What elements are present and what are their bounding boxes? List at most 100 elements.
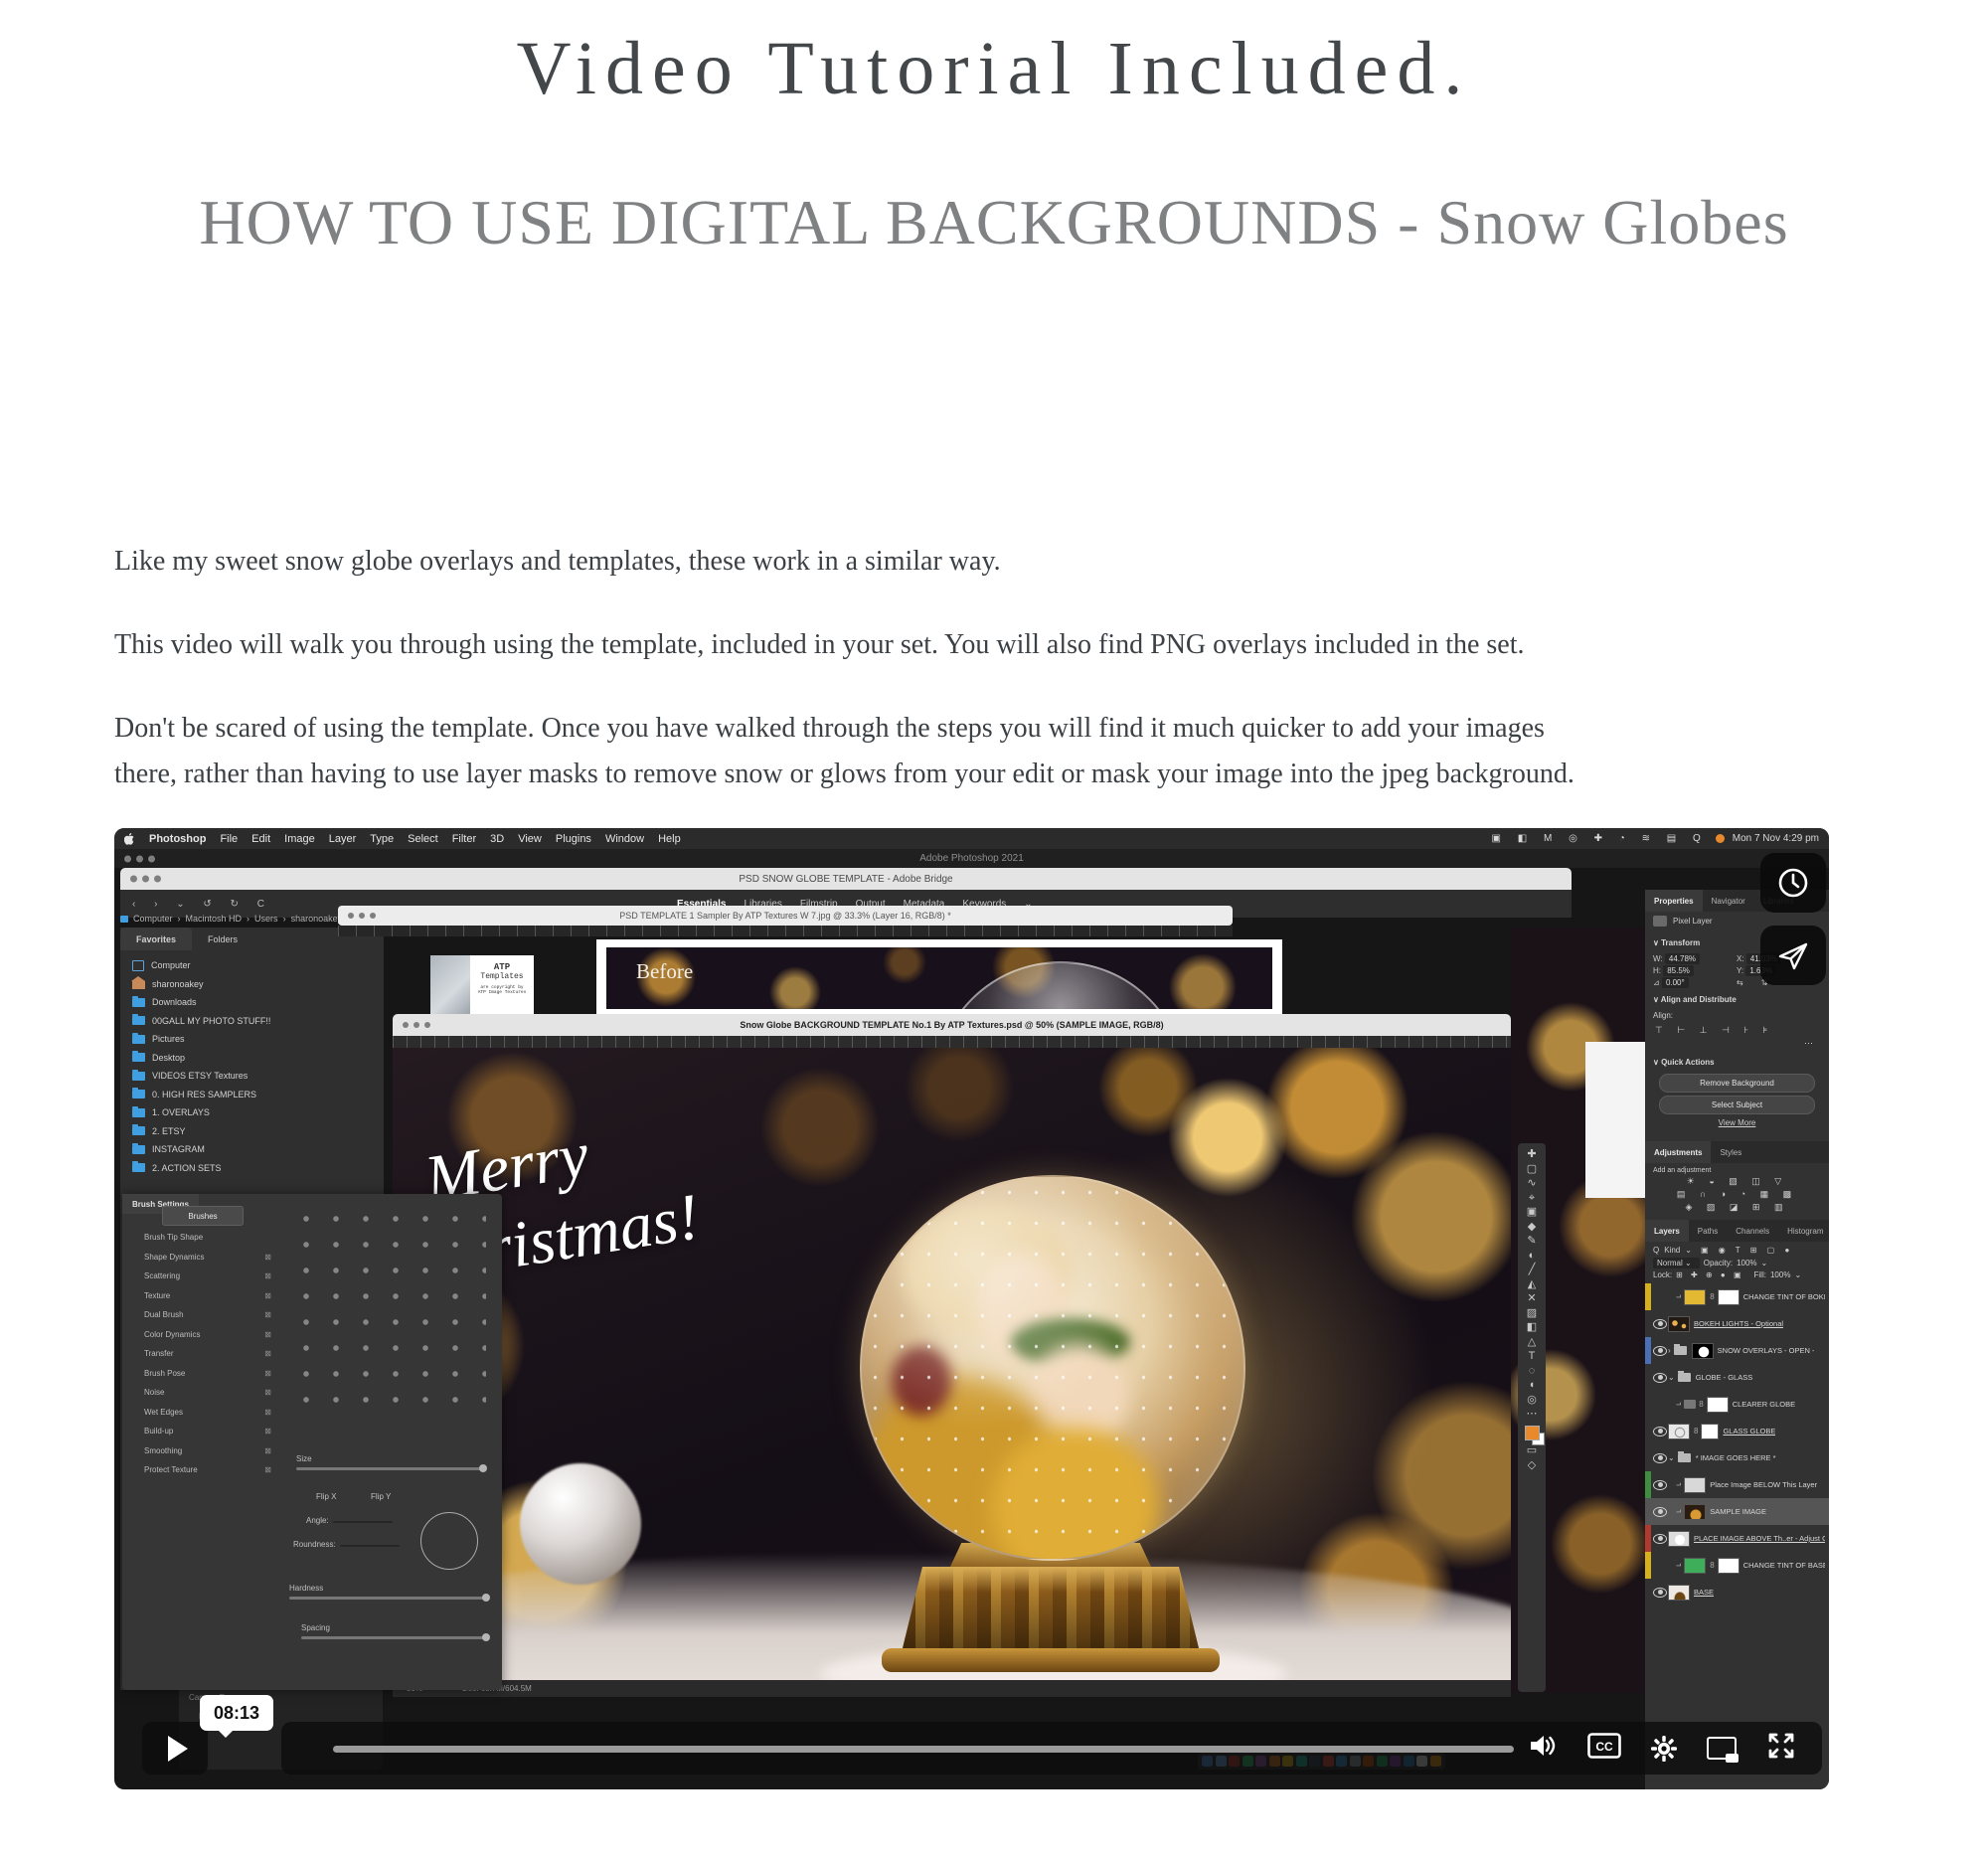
menubar-item-3d[interactable]: 3D bbox=[490, 833, 504, 845]
picture-in-picture-icon[interactable] bbox=[1707, 1737, 1737, 1760]
brush-preset-grid[interactable] bbox=[291, 1206, 486, 1405]
lock-icons[interactable]: ⊞ ✚ ⊕ ● ▣ bbox=[1676, 1270, 1743, 1279]
brush-option[interactable]: Color Dynamics⊠ bbox=[122, 1325, 281, 1345]
fullscreen-icon[interactable] bbox=[1766, 1731, 1796, 1766]
zoom-tool-icon[interactable]: ◎ bbox=[1527, 1395, 1537, 1406]
eraser-tool-icon[interactable]: ✕ bbox=[1527, 1293, 1536, 1304]
transform-title[interactable]: Transform bbox=[1661, 938, 1700, 947]
angle-field[interactable]: Angle: bbox=[306, 1516, 393, 1525]
tab-styles[interactable]: Styles bbox=[1711, 1141, 1750, 1163]
type-tool-icon[interactable]: T bbox=[1529, 1351, 1536, 1362]
layer-mask-thumbnail[interactable] bbox=[1718, 1558, 1740, 1574]
layer-name[interactable]: SAMPLE IMAGE bbox=[1710, 1507, 1766, 1516]
brush-settings-panel[interactable]: Brush Settings Brush Tip Shape Shape Dyn… bbox=[122, 1194, 502, 1690]
ellipsis-icon[interactable]: ⋯ bbox=[1527, 1409, 1538, 1420]
brush-option[interactable]: Smoothing⊠ bbox=[122, 1441, 281, 1461]
align-icons[interactable]: ⊤ ⊢ ⊥ ⊣ ⊦ ⊧ bbox=[1645, 1024, 1829, 1037]
layer-mask-thumbnail[interactable] bbox=[1701, 1424, 1719, 1439]
menubar-item-plugins[interactable]: Plugins bbox=[556, 833, 591, 845]
visibility-eye-icon[interactable] bbox=[1653, 1346, 1667, 1356]
layer-thumbnail[interactable] bbox=[1668, 1424, 1690, 1439]
visibility-eye-icon[interactable] bbox=[1653, 1480, 1667, 1490]
sidebar-item-etsy[interactable]: 2. ETSY bbox=[120, 1122, 384, 1141]
layer-thumbnail[interactable] bbox=[1684, 1558, 1706, 1574]
layer-mask-thumbnail[interactable] bbox=[1707, 1397, 1729, 1413]
brush-option[interactable]: Transfer⊠ bbox=[122, 1344, 281, 1364]
fill-value[interactable]: 100% bbox=[1770, 1270, 1790, 1279]
select-subject-button[interactable]: Select Subject bbox=[1659, 1096, 1815, 1114]
bridge-titlebar[interactable]: PSD SNOW GLOBE TEMPLATE - Adobe Bridge bbox=[120, 868, 1572, 890]
history-brush-tool-icon[interactable]: ◭ bbox=[1528, 1279, 1536, 1290]
sampler-titlebar[interactable]: PSD TEMPLATE 1 Sampler By ATP Textures W… bbox=[338, 906, 1233, 926]
roundness-field[interactable]: Roundness: bbox=[293, 1540, 400, 1549]
layer-filter-icons[interactable]: ▣ ◉ T ⊞ ▢ ● bbox=[1701, 1246, 1793, 1255]
menubar-item-type[interactable]: Type bbox=[370, 833, 394, 845]
sidebar-item-computer[interactable]: Computer bbox=[120, 956, 384, 975]
avatar[interactable] bbox=[1716, 834, 1725, 843]
layer-name[interactable]: GLOBE - GLASS bbox=[1696, 1373, 1753, 1382]
transform-w[interactable]: 44.78% bbox=[1665, 953, 1700, 964]
sidebar-item-pictures[interactable]: Pictures bbox=[120, 1030, 384, 1049]
brush-option[interactable]: Scattering⊠ bbox=[122, 1267, 281, 1286]
adjustment-icons-row[interactable]: ▤ ∩ ◑ ◔ ▦ ▩ bbox=[1645, 1188, 1829, 1201]
menubar-item-filter[interactable]: Filter bbox=[452, 833, 476, 845]
sidebar-item-overlays[interactable]: 1. OVERLAYS bbox=[120, 1103, 384, 1122]
brush-tool-icon[interactable]: ◐ bbox=[1529, 1251, 1536, 1262]
layer-name[interactable]: SNOW OVERLAYS - OPEN - bbox=[1718, 1346, 1815, 1355]
layer-row[interactable]: PLACE IMAGE ABOVE Th..er - Adjust Opacit… bbox=[1645, 1525, 1829, 1552]
sidebar-item-photo-stuff[interactable]: 00GALL MY PHOTO STUFF!! bbox=[120, 1012, 384, 1031]
remove-background-button[interactable]: Remove Background bbox=[1659, 1074, 1815, 1093]
document-titlebar[interactable]: Snow Globe BACKGROUND TEMPLATE No.1 By A… bbox=[393, 1014, 1511, 1036]
layer-thumbnail[interactable] bbox=[1684, 1477, 1706, 1493]
window-traffic-lights[interactable] bbox=[348, 913, 376, 919]
brush-option[interactable]: Wet Edges⊠ bbox=[122, 1403, 281, 1423]
visibility-eye-icon[interactable] bbox=[1653, 1373, 1667, 1383]
visibility-eye-icon[interactable] bbox=[1653, 1507, 1667, 1517]
layer-group-row[interactable]: ⌄ GLOBE - GLASS bbox=[1645, 1364, 1829, 1391]
dodge-tool-icon[interactable]: △ bbox=[1528, 1337, 1536, 1348]
layer-group-row[interactable]: › SNOW OVERLAYS - OPEN - bbox=[1645, 1337, 1829, 1364]
brush-option[interactable]: Build-up⊠ bbox=[122, 1422, 281, 1441]
kind-filter[interactable]: Kind bbox=[1664, 1246, 1680, 1255]
layer-row[interactable]: ⌐ Place Image BELOW This Layer bbox=[1645, 1471, 1829, 1498]
brush-option[interactable]: Dual Brush⊠ bbox=[122, 1305, 281, 1325]
tab-channels[interactable]: Channels bbox=[1727, 1220, 1778, 1242]
spacing-slider[interactable]: Spacing bbox=[301, 1623, 488, 1639]
eyedropper-tool-icon[interactable]: ◆ bbox=[1528, 1222, 1536, 1233]
before-image-window[interactable]: Before bbox=[596, 939, 1282, 1017]
layer-row[interactable]: BOKEH LIGHTS - Optional bbox=[1645, 1310, 1829, 1337]
document-window[interactable]: Snow Globe BACKGROUND TEMPLATE No.1 By A… bbox=[393, 1014, 1511, 1697]
tab-paths[interactable]: Paths bbox=[1689, 1220, 1727, 1242]
size-slider[interactable]: Size bbox=[296, 1454, 485, 1470]
visibility-eye-icon[interactable] bbox=[1653, 1534, 1667, 1544]
breadcrumb-item[interactable]: Users bbox=[254, 914, 278, 924]
layer-thumbnail[interactable] bbox=[1668, 1585, 1690, 1601]
view-more-link[interactable]: View More bbox=[1645, 1118, 1829, 1127]
settings-gear-icon[interactable] bbox=[1651, 1736, 1677, 1762]
gradient-tool-icon[interactable]: ▨ bbox=[1527, 1308, 1537, 1319]
breadcrumb-item[interactable]: Computer bbox=[133, 914, 173, 924]
layer-group-row[interactable]: ⌄ * IMAGE GOES HERE * bbox=[1645, 1444, 1829, 1471]
layer-name[interactable]: * IMAGE GOES HERE * bbox=[1696, 1453, 1776, 1462]
sidebar-tab-favorites[interactable]: Favorites bbox=[120, 928, 192, 950]
menubar-status-icons[interactable]: ▣ ◧ M ◎ ✚ ◔ ≋ ▤ Q bbox=[1492, 833, 1708, 844]
bridge-nav-icons[interactable]: ‹ › ⌄ ↺ ↻ C bbox=[132, 899, 272, 910]
progress-bar[interactable] bbox=[333, 1746, 1514, 1753]
healing-tool-icon[interactable]: ✎ bbox=[1527, 1236, 1536, 1247]
captions-icon[interactable]: CC bbox=[1587, 1733, 1621, 1764]
menubar-item-photoshop[interactable]: Photoshop bbox=[149, 833, 206, 845]
menubar-item-select[interactable]: Select bbox=[408, 833, 438, 845]
breadcrumb-item[interactable]: Macintosh HD bbox=[186, 914, 243, 924]
atp-templates-thumbnail[interactable]: ATP Templates are copyright by ATP Image… bbox=[430, 955, 534, 1015]
brush-option[interactable]: Brush Tip Shape bbox=[122, 1228, 281, 1248]
transform-h[interactable]: 85.5% bbox=[1663, 965, 1694, 976]
layer-name[interactable]: BOKEH LIGHTS - Optional bbox=[1694, 1319, 1783, 1328]
layer-thumbnail[interactable] bbox=[1692, 1343, 1714, 1359]
visibility-eye-icon[interactable] bbox=[1653, 1319, 1667, 1329]
layer-row[interactable]: ⌐ 8 CHANGE TINT OF BASE bbox=[1645, 1552, 1829, 1579]
layer-name[interactable]: CHANGE TINT OF BASE bbox=[1743, 1561, 1825, 1570]
menubar-item-help[interactable]: Help bbox=[658, 833, 681, 845]
menubar-item-edit[interactable]: Edit bbox=[251, 833, 270, 845]
opacity-value[interactable]: 100% bbox=[1737, 1259, 1756, 1268]
photoshop-toolbar[interactable]: ✚ ▢ ∿ ⌖ ▣ ◆ ✎ ◐ ╱ ◭ ✕ ▨ ◧ △ T ◌ ◖ ◎ ⋯ ▭ … bbox=[1518, 1143, 1546, 1692]
